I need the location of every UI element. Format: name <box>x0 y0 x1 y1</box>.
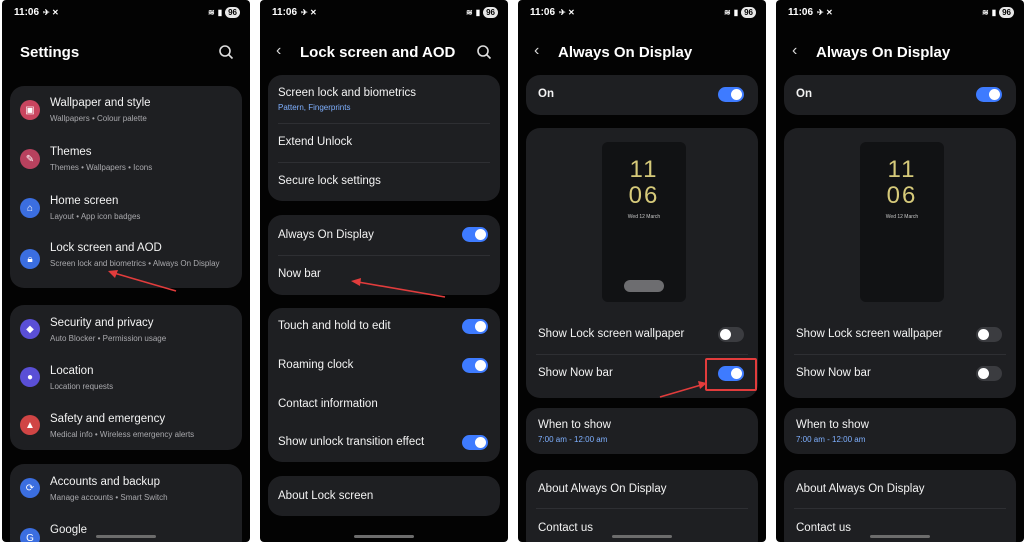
home-indicator <box>612 535 672 538</box>
home-indicator <box>354 535 414 538</box>
show-wallpaper-toggle[interactable] <box>976 327 1002 342</box>
aod-settings-card: 11 06 Wed 12 March Show Lock screen wall… <box>784 128 1016 398</box>
menu-item-label: About Always On Display <box>796 483 925 495</box>
home-indicator <box>870 535 930 538</box>
annotation-arrow <box>659 381 707 398</box>
menu-item-about-aod[interactable]: About Always On Display <box>784 470 1016 508</box>
menu-item-when-to-show[interactable]: When to show 7:00 am - 12:00 am <box>784 408 1016 454</box>
aod-master-switch[interactable]: On <box>784 75 1016 115</box>
menu-item-sub: 7:00 am - 12:00 am <box>796 435 866 444</box>
signal-icon: ▮ <box>991 7 997 17</box>
battery-badge: 96 <box>999 6 1014 18</box>
annotation-arrow <box>351 278 446 298</box>
aod-screen-nowbar-off: 11:06 ✈ ✕ ≋ ▮ 96 ‹ Always On Display On 11… <box>776 0 1024 542</box>
home-indicator <box>96 535 156 538</box>
aod-screen-nowbar-on: 11:06 ✈ ✕ ≋ ▮ 96 ‹ Always On Display On 11… <box>518 0 766 542</box>
menu-item-label: Show Lock screen wallpaper <box>796 328 943 340</box>
status-time: 11:06 <box>788 6 814 18</box>
aod-master-toggle[interactable] <box>976 87 1002 102</box>
lock-screen-aod-screen: 11:06 ✈ ✕ ≋ ▮ 96 ‹ Lock screen and AOD Scr… <box>260 0 508 542</box>
preview-clock-hour: 11 <box>887 156 917 183</box>
page-title: Always On Display <box>816 44 951 61</box>
menu-item-show-now-bar[interactable]: Show Now bar <box>784 355 1016 393</box>
preview-clock-minute: 06 <box>886 182 918 209</box>
show-now-bar-toggle[interactable] <box>976 366 1002 381</box>
back-chevron-icon[interactable]: ‹ <box>792 42 797 60</box>
notification-icons: ✈ ✕ <box>817 7 833 17</box>
menu-item-label: When to show <box>796 419 869 431</box>
preview-clock-date: Wed 12 March <box>885 214 919 220</box>
menu-item-label: Show Now bar <box>796 367 871 379</box>
menu-item-show-lock-screen-wallpaper[interactable]: Show Lock screen wallpaper <box>784 316 1016 354</box>
settings-screen: 11:06 ✈ ✕ ≋ ▮ 96 Settings ▣ Wallpaper and … <box>2 0 250 542</box>
annotation-arrow <box>108 270 177 292</box>
aod-about-group: About Always On Display Contact us <box>784 470 1016 542</box>
aod-preview: 11 06 Wed 12 March <box>860 142 944 302</box>
status-bar: 11:06 ✈ ✕ ≋ ▮ 96 <box>788 5 1014 19</box>
wifi-icon: ≋ <box>981 7 989 17</box>
master-switch-label: On <box>796 88 812 100</box>
menu-item-label: Contact us <box>796 522 851 534</box>
